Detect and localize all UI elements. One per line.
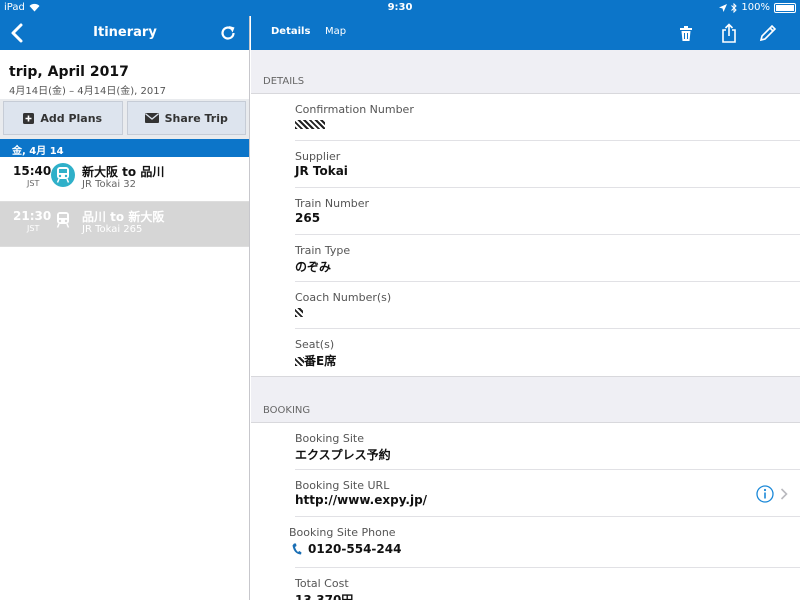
- train-number-label: Train Number: [295, 197, 370, 210]
- share-icon[interactable]: [719, 23, 739, 43]
- trip-title: trip, April 2017: [9, 64, 129, 80]
- segment-timezone: JST: [27, 224, 40, 233]
- booking-site-phone-link[interactable]: 0120-554-244: [292, 542, 401, 556]
- battery-percent: 100%: [741, 2, 770, 13]
- train-type-row: Train Type のぞみ: [295, 235, 800, 282]
- train-number-value: 265: [295, 211, 321, 225]
- redacted-value: [295, 357, 304, 366]
- details-pane: Details Map DETAILS Confirmation Number …: [251, 16, 800, 600]
- info-icon[interactable]: [756, 485, 774, 503]
- seat-value-suffix: 番E席: [304, 354, 337, 368]
- trip-dates: 4月14日(金) – 4月14日(金), 2017: [9, 86, 166, 97]
- seat-row: Seat(s) 番E席: [295, 329, 800, 376]
- train-type-value: のぞみ: [295, 260, 332, 274]
- total-cost-label: Total Cost: [295, 577, 349, 590]
- booking-site-url-value[interactable]: http://www.expy.jp/: [295, 493, 427, 507]
- booking-site-row: Booking Site エクスプレス予約: [295, 423, 800, 470]
- bluetooth-icon: [731, 2, 738, 13]
- booking-site-value: エクスプレス予約: [295, 448, 391, 462]
- segment-timezone: JST: [27, 179, 40, 188]
- train-icon: [51, 208, 75, 232]
- segment-title: 新大阪 to 品川: [82, 165, 165, 179]
- itinerary-title: Itinerary: [93, 25, 157, 40]
- booking-group: Booking Site エクスプレス予約 Booking Site URL h…: [251, 422, 800, 600]
- coach-number-value: [295, 305, 303, 319]
- tab-map[interactable]: Map: [325, 26, 346, 37]
- redacted-value: [295, 308, 303, 317]
- train-type-label: Train Type: [295, 244, 351, 257]
- total-cost-value: 13,370円: [295, 593, 354, 600]
- share-trip-label: Share Trip: [164, 111, 228, 125]
- itinerary-pane: Itinerary trip, April 2017 4月14日(金) – 4月…: [0, 16, 250, 600]
- seat-value: 番E席: [295, 352, 336, 369]
- trip-actions: Add Plans Share Trip: [0, 99, 249, 139]
- itinerary-segment-selected[interactable]: 21:30 JST 品川 to 新大阪 JR Tokai 265: [0, 202, 249, 247]
- add-plans-button[interactable]: Add Plans: [3, 101, 123, 135]
- coach-number-label: Coach Number(s): [295, 291, 392, 304]
- train-icon: [51, 163, 75, 187]
- booking-site-phone-value: 0120-554-244: [308, 542, 402, 556]
- trash-icon[interactable]: [676, 23, 696, 43]
- day-header: 金, 4月 14: [0, 139, 249, 157]
- booking-site-phone-row[interactable]: Booking Site Phone 0120-554-244: [289, 517, 800, 568]
- status-bar: iPad 9:30 100%: [0, 0, 800, 16]
- booking-site-label: Booking Site: [295, 432, 365, 445]
- segment-time: 21:30: [13, 209, 52, 223]
- supplier-label: Supplier: [295, 150, 341, 163]
- plus-square-icon: [23, 112, 35, 124]
- segment-title: 品川 to 新大阪: [82, 210, 165, 224]
- pencil-icon[interactable]: [758, 23, 778, 43]
- supplier-value: JR Tokai: [295, 164, 348, 178]
- share-trip-button[interactable]: Share Trip: [126, 101, 246, 135]
- supplier-row: Supplier JR Tokai: [295, 141, 800, 188]
- chevron-right-icon[interactable]: [780, 488, 788, 500]
- phone-icon: [292, 543, 302, 555]
- trip-header: trip, April 2017 4月14日(金) – 4月14日(金), 20…: [0, 50, 249, 99]
- segment-time: 15:40: [13, 164, 52, 178]
- confirmation-number-row: Confirmation Number: [295, 94, 800, 141]
- details-nav-bar: Details Map: [251, 16, 800, 50]
- details-group: Confirmation Number Supplier JR Tokai Tr…: [251, 93, 800, 377]
- details-section-header: DETAILS: [263, 76, 305, 87]
- itinerary-nav-bar: Itinerary: [0, 16, 249, 50]
- confirmation-number-value: [295, 117, 325, 131]
- status-time: 9:30: [387, 2, 413, 13]
- booking-section-header: BOOKING: [263, 405, 311, 416]
- add-plans-label: Add Plans: [40, 111, 103, 125]
- coach-number-row: Coach Number(s): [295, 282, 800, 329]
- seat-label: Seat(s): [295, 338, 335, 351]
- redacted-value: [295, 120, 325, 129]
- segment-subtitle: JR Tokai 32: [82, 179, 137, 190]
- segment-subtitle: JR Tokai 265: [82, 224, 143, 235]
- tab-details[interactable]: Details: [271, 26, 310, 37]
- status-bar-right: 100%: [719, 2, 796, 13]
- confirmation-number-label: Confirmation Number: [295, 103, 414, 116]
- booking-site-phone-label: Booking Site Phone: [289, 526, 396, 539]
- itinerary-segment[interactable]: 15:40 JST 新大阪 to 品川 JR Tokai 32: [0, 157, 249, 202]
- total-cost-row: Total Cost 13,370円: [295, 568, 800, 600]
- location-arrow-icon: [719, 3, 728, 12]
- train-number-row: Train Number 265: [295, 188, 800, 235]
- booking-site-url-row[interactable]: Booking Site URL http://www.expy.jp/: [295, 470, 800, 517]
- battery-icon: [774, 2, 796, 13]
- envelope-icon: [144, 113, 159, 123]
- refresh-icon[interactable]: [219, 24, 237, 42]
- booking-site-url-label: Booking Site URL: [295, 479, 390, 492]
